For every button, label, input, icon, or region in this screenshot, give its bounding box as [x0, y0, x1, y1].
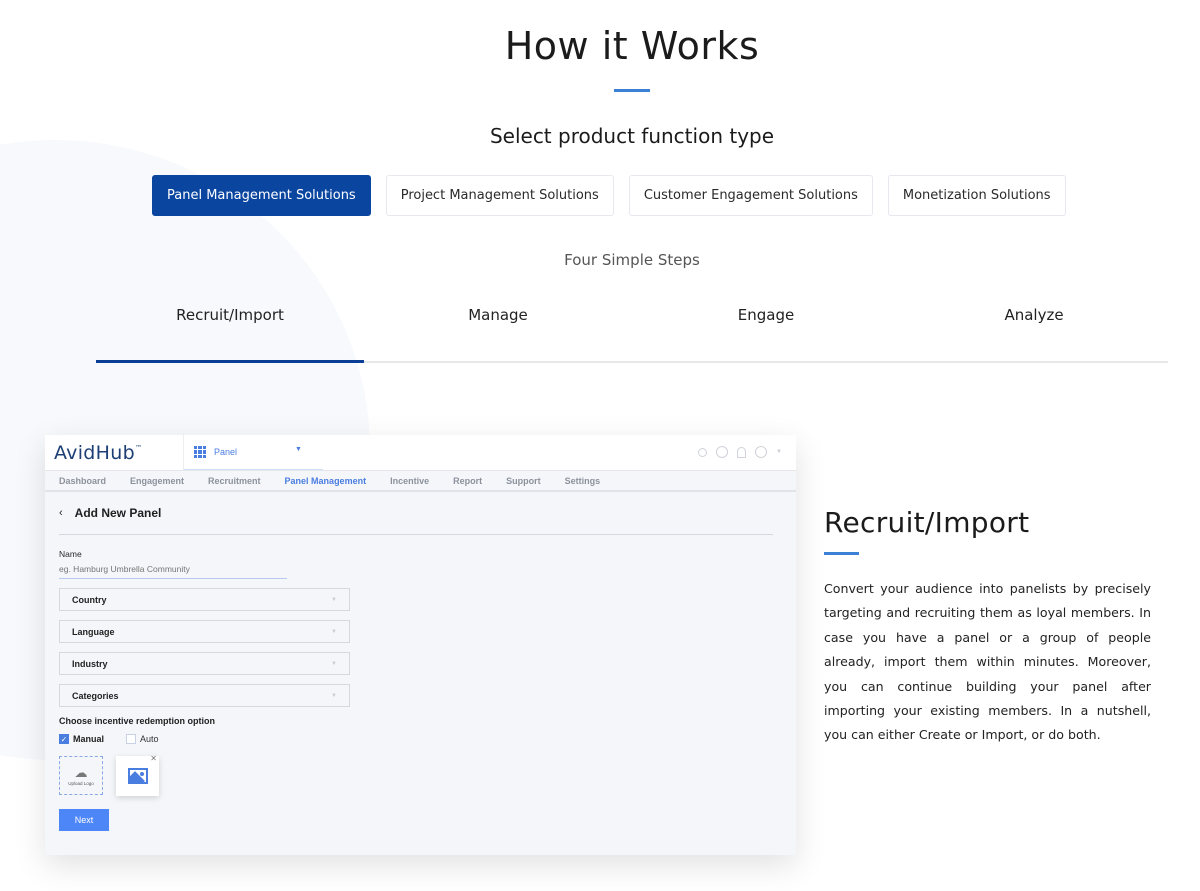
- caret-down-icon: ▼: [331, 628, 337, 635]
- check-icon: ✓: [59, 734, 69, 744]
- logo-preview: ✕: [116, 754, 159, 796]
- name-label: Name: [59, 549, 82, 559]
- tab-monetization[interactable]: Monetization Solutions: [887, 175, 1066, 216]
- country-select-label: Country: [72, 594, 107, 605]
- logo-uploads: ☁ Upload Logo ✕: [59, 754, 782, 796]
- caret-down-icon: ▼: [295, 445, 302, 453]
- country-select[interactable]: Country ▼: [59, 588, 350, 611]
- headset-icon[interactable]: [716, 446, 729, 458]
- caret-down-icon: ▼: [331, 596, 337, 603]
- step-description: Recruit/Import Convert your audience int…: [824, 506, 1151, 748]
- nav-incentive[interactable]: Incentive: [390, 476, 429, 486]
- step-tabs: Recruit/Import Manage Engage Analyze: [96, 296, 1168, 363]
- image-icon: [127, 768, 148, 784]
- bell-icon[interactable]: [737, 446, 747, 458]
- trademark-mark: ™: [134, 443, 143, 452]
- function-type-tabs: Panel Management Solutions Project Manag…: [152, 175, 1066, 216]
- nav-panel-management[interactable]: Panel Management: [285, 476, 367, 486]
- caret-down-icon[interactable]: ▼: [776, 449, 782, 455]
- language-select-label: Language: [72, 626, 115, 637]
- grid-icon: [194, 446, 206, 458]
- tab-panel-management[interactable]: Panel Management Solutions: [152, 175, 371, 216]
- panel-selector[interactable]: Panel ▼: [183, 435, 323, 470]
- form-header: ‹ Add New Panel: [59, 506, 773, 535]
- auto-checkbox[interactable]: Auto: [126, 734, 159, 744]
- form-title: Add New Panel: [74, 506, 162, 520]
- panel-selector-value: Panel: [214, 447, 238, 457]
- nav-dashboard[interactable]: Dashboard: [59, 476, 106, 486]
- steps-caption: Four Simple Steps: [564, 251, 700, 269]
- app-nav: Dashboard Engagement Recruitment Panel M…: [45, 470, 796, 492]
- caret-down-icon: ▼: [331, 660, 337, 667]
- categories-select-label: Categories: [72, 690, 119, 701]
- cloud-upload-icon: ☁: [74, 764, 88, 780]
- auto-label: Auto: [140, 734, 159, 744]
- caret-down-icon: ▼: [331, 692, 337, 699]
- app-screenshot: AvidHub ™ Panel ▼ ▼ Dashboard Engagement …: [45, 435, 796, 855]
- nav-report[interactable]: Report: [453, 476, 482, 486]
- app-topbar: AvidHub ™ Panel ▼ ▼: [45, 435, 796, 470]
- manual-label: Manual: [73, 734, 105, 744]
- tab-project-management[interactable]: Project Management Solutions: [385, 175, 614, 216]
- app-logo: AvidHub ™: [45, 442, 183, 464]
- name-input[interactable]: [59, 562, 287, 579]
- upload-logo-label: Upload Logo: [68, 780, 94, 786]
- search-icon[interactable]: [698, 447, 708, 457]
- page-title: How it Works: [504, 24, 760, 68]
- step-tab-analyze[interactable]: Analyze: [900, 296, 1168, 361]
- industry-select-label: Industry: [72, 658, 108, 669]
- upload-logo-button[interactable]: ☁ Upload Logo: [59, 756, 103, 795]
- step-tab-recruit-import[interactable]: Recruit/Import: [96, 296, 364, 363]
- section-subtitle: Select product function type: [489, 124, 775, 148]
- tab-customer-engagement[interactable]: Customer Engagement Solutions: [628, 175, 873, 216]
- step-title: Recruit/Import: [824, 506, 1030, 539]
- app-form: ‹ Add New Panel Name Country▼ Language▼ …: [45, 492, 796, 845]
- nav-support[interactable]: Support: [506, 476, 541, 486]
- categories-select[interactable]: Categories ▼: [59, 684, 350, 707]
- app-header-icons: ▼: [698, 446, 782, 458]
- step-title-underline: [824, 552, 859, 555]
- step-body: Convert your audience into panelists by …: [824, 581, 1151, 743]
- back-chevron-icon[interactable]: ‹: [59, 507, 63, 519]
- redemption-options: ✓ Manual Auto: [59, 734, 782, 744]
- nav-engagement[interactable]: Engagement: [130, 476, 184, 486]
- title-underline: [614, 89, 650, 92]
- step-tab-engage[interactable]: Engage: [632, 296, 900, 361]
- redemption-label: Choose incentive redemption option: [59, 716, 216, 726]
- step-tab-manage[interactable]: Manage: [364, 296, 632, 361]
- user-icon[interactable]: [755, 446, 768, 458]
- nav-recruitment[interactable]: Recruitment: [208, 476, 261, 486]
- industry-select[interactable]: Industry ▼: [59, 652, 350, 675]
- next-button[interactable]: Next: [59, 809, 109, 831]
- language-select[interactable]: Language ▼: [59, 620, 350, 643]
- close-icon[interactable]: ✕: [150, 754, 157, 763]
- manual-checkbox[interactable]: ✓ Manual: [59, 734, 104, 744]
- app-logo-text: AvidHub: [54, 441, 135, 464]
- checkbox-empty-icon: [126, 734, 137, 744]
- nav-settings[interactable]: Settings: [565, 476, 601, 486]
